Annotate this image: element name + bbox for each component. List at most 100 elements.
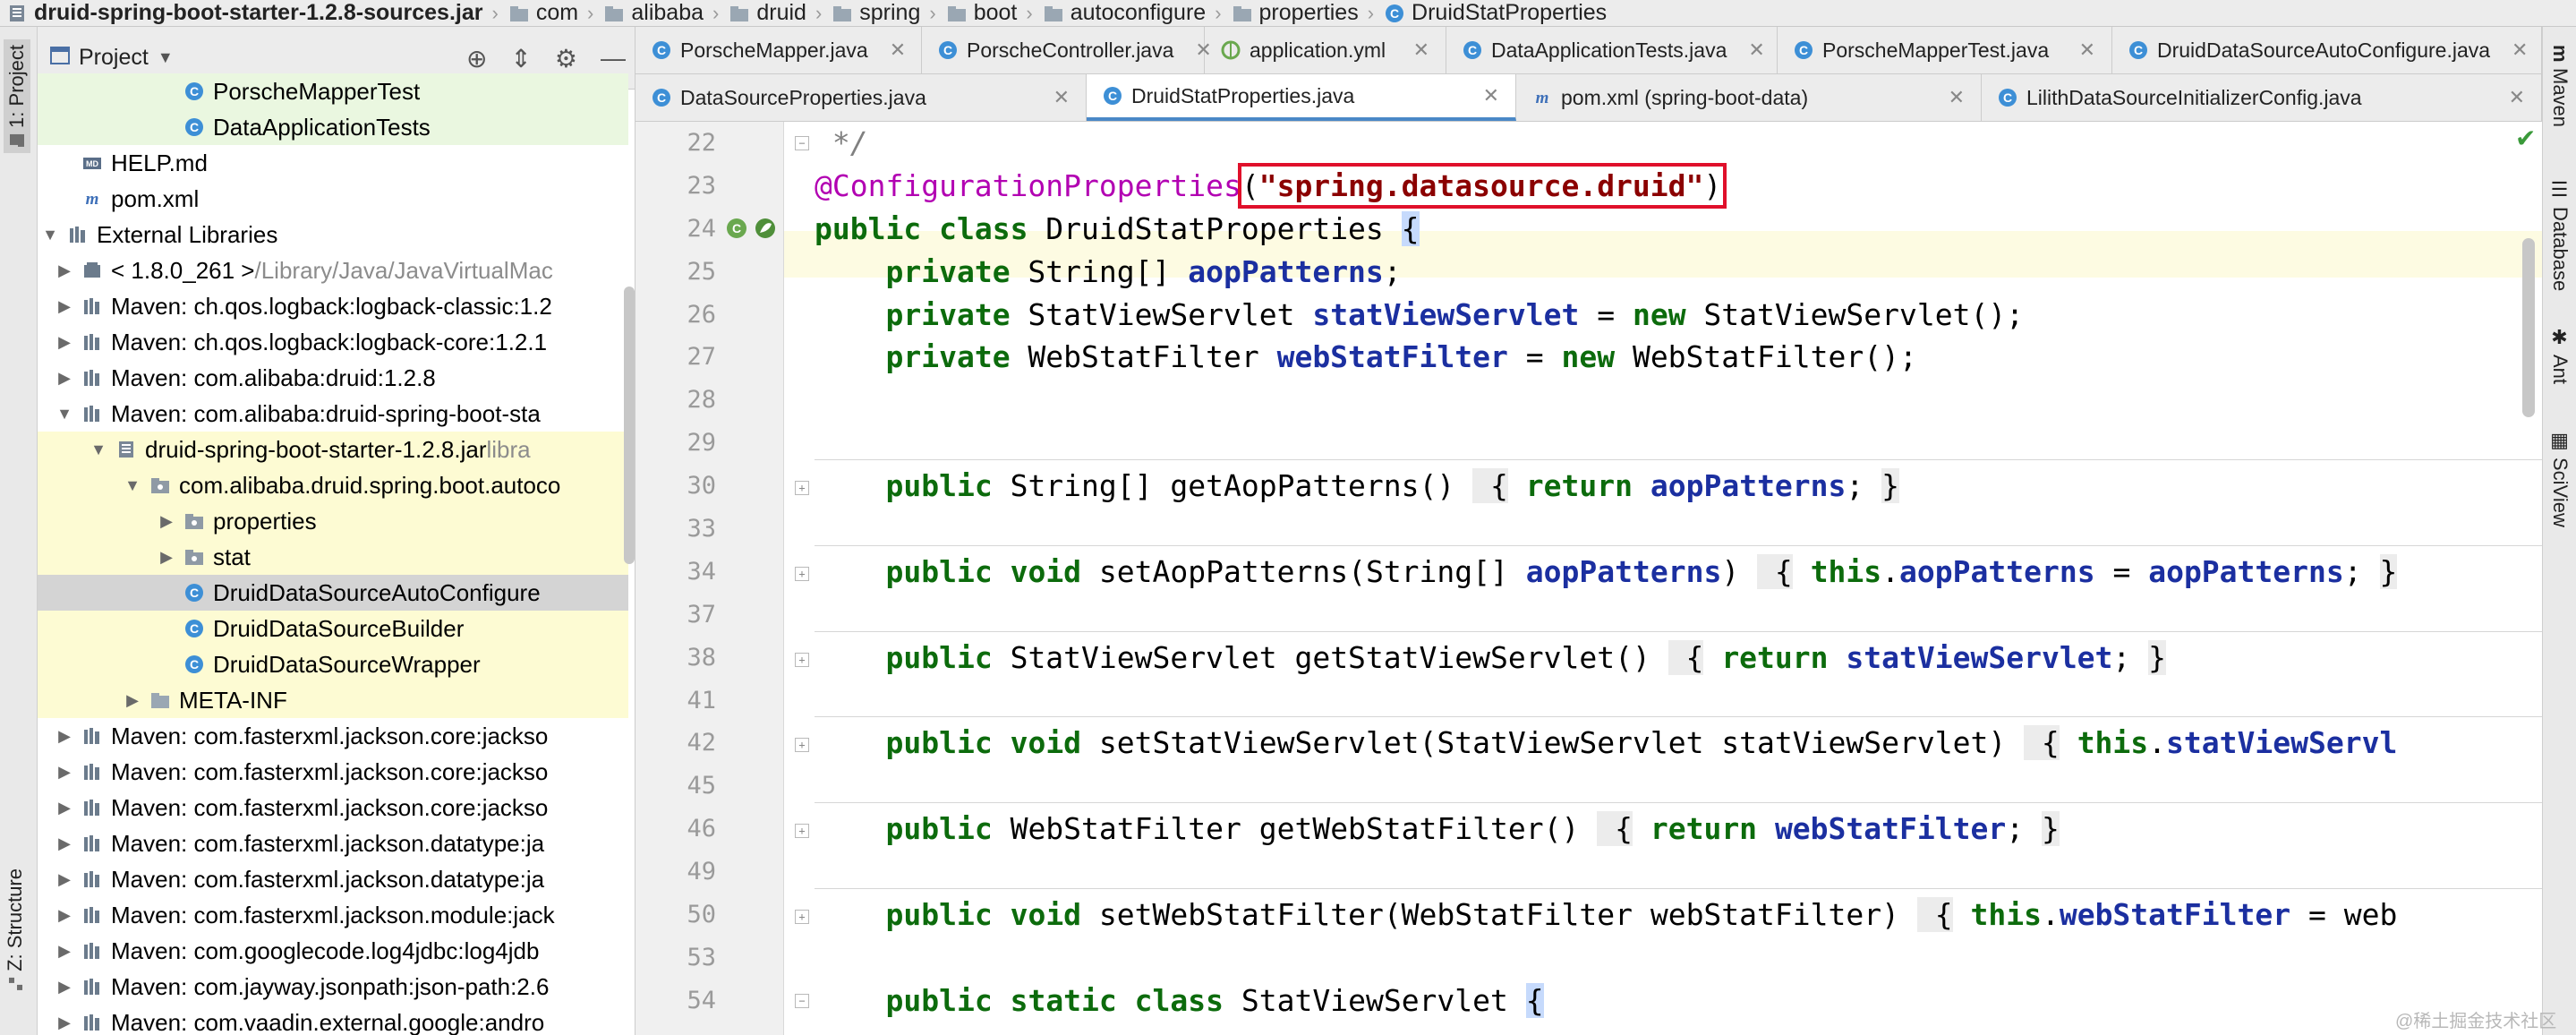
close-icon[interactable]: ✕ xyxy=(1949,86,1965,109)
tree-item[interactable]: ▶ Maven: com.fasterxml.jackson.core:jacks… xyxy=(38,790,628,825)
tree-item[interactable]: ▼ External Libraries xyxy=(38,217,628,252)
close-icon[interactable]: ✕ xyxy=(1748,38,1764,62)
editor-tab[interactable]: C LilithDataSourceInitializerConfig.java ✕ xyxy=(1982,74,2542,121)
locate-icon[interactable]: ⊕ xyxy=(466,44,487,73)
spring-leaf-icon[interactable] xyxy=(754,217,777,244)
bean-gutter-icons[interactable]: C xyxy=(725,217,777,244)
tree-item[interactable]: MD HELP.md xyxy=(38,145,628,181)
fold-expand-icon[interactable]: + xyxy=(795,566,809,581)
chevron-right-icon[interactable]: ▶ xyxy=(55,763,73,782)
breadcrumb-item[interactable]: boot xyxy=(940,0,1023,26)
close-icon[interactable]: ✕ xyxy=(2509,86,2525,109)
tree-item[interactable]: ▶ Maven: com.fasterxml.jackson.datatype:j… xyxy=(38,825,628,861)
tree-item[interactable]: ▼ com.alibaba.druid.spring.boot.autoco xyxy=(38,467,628,503)
tree-item[interactable]: ▶ Maven: com.googlecode.log4jdbc:log4jdb xyxy=(38,933,628,969)
maven-tool-tab[interactable]: m Maven xyxy=(2548,45,2572,127)
fold-expand-icon[interactable]: + xyxy=(795,652,809,667)
chevron-right-icon[interactable]: ▶ xyxy=(124,691,141,710)
minimize-icon[interactable]: — xyxy=(601,44,626,73)
tree-item[interactable]: ▼ druid-spring-boot-starter-1.2.8.jar lib… xyxy=(38,432,628,467)
fold-expand-icon[interactable]: + xyxy=(795,824,809,839)
editor-tab[interactable]: m pom.xml (spring-boot-data) ✕ xyxy=(1516,74,1982,121)
database-tool-tab[interactable]: ☰ Database xyxy=(2548,179,2572,291)
chevron-right-icon[interactable]: ▶ xyxy=(55,906,73,925)
ant-tool-tab[interactable]: ✱ Ant xyxy=(2548,327,2572,384)
spring-bean-icon[interactable]: C xyxy=(725,217,748,244)
tree-item[interactable]: ▶ Maven: com.fasterxml.jackson.core:jacks… xyxy=(38,754,628,790)
chevron-right-icon[interactable]: ▶ xyxy=(55,870,73,889)
chevron-down-icon[interactable]: ▼ xyxy=(90,441,107,459)
breadcrumb-item[interactable]: spring xyxy=(825,0,925,26)
structure-tool-tab[interactable]: Z: Structure xyxy=(4,868,27,991)
tree-item[interactable]: ▶ stat xyxy=(38,539,628,575)
fold-expand-icon[interactable]: + xyxy=(795,738,809,753)
fold-collapse-icon[interactable]: − xyxy=(795,993,809,1008)
fold-collapse-icon[interactable]: − xyxy=(795,136,809,150)
chevron-right-icon[interactable]: ▶ xyxy=(55,297,73,316)
close-icon[interactable]: ✕ xyxy=(1483,84,1499,107)
fold-expand-icon[interactable]: + xyxy=(795,481,809,496)
chevron-down-icon[interactable]: ▼ xyxy=(41,226,59,244)
tree-item[interactable]: m pom.xml xyxy=(38,181,628,217)
breadcrumb-item[interactable]: druid xyxy=(722,0,812,26)
editor-tab[interactable]: C PorscheController.java ✕ xyxy=(922,27,1212,73)
breadcrumb-item[interactable]: properties xyxy=(1225,0,1364,26)
tree-item[interactable]: ▶ Maven: com.fasterxml.jackson.datatype:j… xyxy=(38,861,628,897)
editor-tab[interactable]: C DataSourceProperties.java ✕ xyxy=(635,74,1087,121)
collapse-all-icon[interactable]: ⇕ xyxy=(510,44,531,73)
chevron-right-icon[interactable]: ▶ xyxy=(55,834,73,853)
tree-item[interactable]: C DruidDataSourceAutoConfigure xyxy=(38,575,628,611)
chevron-down-icon[interactable]: ▼ xyxy=(124,476,141,495)
close-icon[interactable]: ✕ xyxy=(2512,38,2528,62)
tree-item[interactable]: ▶ properties xyxy=(38,503,628,539)
close-icon[interactable]: ✕ xyxy=(890,38,906,62)
gear-icon[interactable]: ⚙ xyxy=(555,44,577,73)
project-view-selector[interactable]: Project ▼ xyxy=(50,45,174,71)
tree-item[interactable]: ▶ Maven: com.alibaba:druid:1.2.8 xyxy=(38,360,628,396)
tree-item[interactable]: C DruidDataSourceBuilder xyxy=(38,611,628,646)
chevron-right-icon[interactable]: ▶ xyxy=(158,548,175,567)
breadcrumb-item[interactable]: druid-spring-boot-starter-1.2.8-sources.… xyxy=(0,0,488,26)
sciview-tool-tab[interactable]: ▦ SciView xyxy=(2548,430,2572,527)
chevron-right-icon[interactable]: ▶ xyxy=(55,978,73,997)
code-area[interactable]: 22 23 24 25 26 27 28 29 30 33 34 37 38 41 42 45 46 49 50 53… xyxy=(635,122,2542,1035)
tree-item[interactable]: ▶ META-INF xyxy=(38,682,628,718)
chevron-down-icon[interactable]: ▼ xyxy=(55,405,73,423)
tree-item[interactable]: C DataApplicationTests xyxy=(38,109,628,145)
editor-tab[interactable]: C PorscheMapper.java ✕ xyxy=(635,27,922,73)
fold-expand-icon[interactable]: + xyxy=(795,909,809,924)
breadcrumb-item[interactable]: com xyxy=(502,0,584,26)
close-icon[interactable]: ✕ xyxy=(1413,38,1429,62)
project-tool-tab[interactable]: 1: Project xyxy=(4,39,30,153)
tree-item[interactable]: ▶ < 1.8.0_261 > /Library/Java/JavaVirtual… xyxy=(38,252,628,288)
tree-item[interactable]: ▶ Maven: com.fasterxml.jackson.core:jacks… xyxy=(38,718,628,754)
tree-item[interactable]: ▶ Maven: com.vaadin.external.google:andro xyxy=(38,1005,628,1035)
chevron-right-icon[interactable]: ▶ xyxy=(55,942,73,961)
tree-item[interactable]: C DruidDataSourceWrapper xyxy=(38,646,628,682)
chevron-right-icon[interactable]: ▶ xyxy=(55,369,73,388)
project-scrollbar[interactable] xyxy=(624,287,635,564)
tree-item[interactable]: ▶ Maven: ch.qos.logback:logback-core:1.2.… xyxy=(38,324,628,360)
tree-item[interactable]: ▶ Maven: com.jayway.jsonpath:json-path:2.… xyxy=(38,969,628,1005)
tree-item[interactable]: C PorscheMapperTest xyxy=(38,73,628,109)
editor-tab[interactable]: C PorscheMapperTest.java ✕ xyxy=(1778,27,2112,73)
breadcrumb-item[interactable]: autoconfigure xyxy=(1036,0,1212,26)
breadcrumb-item[interactable]: C DruidStatProperties xyxy=(1378,0,1612,26)
close-icon[interactable]: ✕ xyxy=(2079,38,2095,62)
editor-tab[interactable]: application.yml ✕ xyxy=(1205,27,1446,73)
editor-scrollbar[interactable] xyxy=(2522,238,2535,417)
chevron-right-icon[interactable]: ▶ xyxy=(158,512,175,531)
tree-item[interactable]: ▶ Maven: ch.qos.logback:logback-classic:1… xyxy=(38,288,628,324)
chevron-right-icon[interactable]: ▶ xyxy=(55,799,73,817)
breadcrumb-item[interactable]: alibaba xyxy=(597,0,709,26)
editor-tab[interactable]: C DruidDataSourceAutoConfigure.java ✕ xyxy=(2112,27,2542,73)
close-icon[interactable]: ✕ xyxy=(1053,86,1070,109)
editor-tab[interactable]: C DataApplicationTests.java ✕ xyxy=(1446,27,1778,73)
chevron-right-icon[interactable]: ▶ xyxy=(55,727,73,746)
tree-item[interactable]: ▼ Maven: com.alibaba:druid-spring-boot-st… xyxy=(38,396,628,432)
chevron-right-icon[interactable]: ▶ xyxy=(55,333,73,352)
chevron-right-icon[interactable]: ▶ xyxy=(55,1014,73,1032)
chevron-right-icon[interactable]: ▶ xyxy=(55,261,73,280)
editor-tab[interactable]: C DruidStatProperties.java ✕ xyxy=(1087,74,1516,121)
tree-item[interactable]: ▶ Maven: com.fasterxml.jackson.module:jac… xyxy=(38,897,628,933)
